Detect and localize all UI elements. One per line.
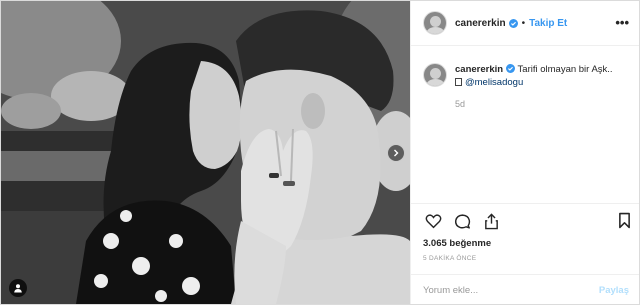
photo-illustration <box>1 1 410 304</box>
header-username[interactable]: canererkin <box>455 18 506 29</box>
comment-button[interactable] <box>452 211 472 231</box>
heart-icon <box>425 214 441 229</box>
action-bar <box>411 204 639 238</box>
caption-text: Tarifi olmayan bir Aşk.. <box>517 64 613 75</box>
caption-time[interactable]: 5d <box>455 99 633 109</box>
share-icon <box>484 212 498 229</box>
bookmark-icon <box>619 212 630 229</box>
save-button[interactable] <box>618 212 631 234</box>
verified-badge-icon <box>508 18 518 28</box>
post-side-panel: canererkin • Takip Et ••• canererkin Tar… <box>410 1 639 304</box>
caption: canererkin Tarifi olmayan bir Aşk.. @mel… <box>423 63 633 109</box>
comment-input[interactable] <box>423 284 593 296</box>
caption-mention[interactable]: @melisadogu <box>465 77 523 88</box>
caption-body: canererkin Tarifi olmayan bir Aşk.. @mel… <box>455 63 633 89</box>
post-actions-section: 3.065 beğenme 5 DAKİKA ÖNCE Paylaş <box>411 203 639 296</box>
more-options-icon[interactable]: ••• <box>615 15 629 30</box>
post-header: canererkin • Takip Et ••• <box>411 1 639 46</box>
verified-badge-icon <box>506 64 516 73</box>
caption-avatar[interactable] <box>423 63 447 87</box>
header-separator: • <box>521 17 526 29</box>
share-button[interactable] <box>481 211 501 231</box>
carousel-next-button[interactable] <box>387 144 405 162</box>
user-tag-icon <box>14 284 22 293</box>
user-tag-button[interactable] <box>9 279 27 297</box>
like-button[interactable] <box>423 211 443 231</box>
follow-button[interactable]: Takip Et <box>529 18 567 29</box>
instagram-post: canererkin • Takip Et ••• canererkin Tar… <box>0 0 640 305</box>
avatar[interactable] <box>423 11 447 35</box>
like-count[interactable]: 3.065 beğenme <box>411 238 639 249</box>
chevron-right-icon <box>394 149 399 157</box>
comment-icon <box>454 213 470 229</box>
post-comment-button[interactable]: Paylaş <box>599 285 629 296</box>
post-timestamp: 5 DAKİKA ÖNCE <box>423 255 477 262</box>
caption-username[interactable]: canererkin <box>455 64 503 75</box>
missing-glyph-icon <box>455 78 462 86</box>
post-photo[interactable] <box>1 1 410 304</box>
add-comment-section: Paylaş <box>411 274 639 305</box>
